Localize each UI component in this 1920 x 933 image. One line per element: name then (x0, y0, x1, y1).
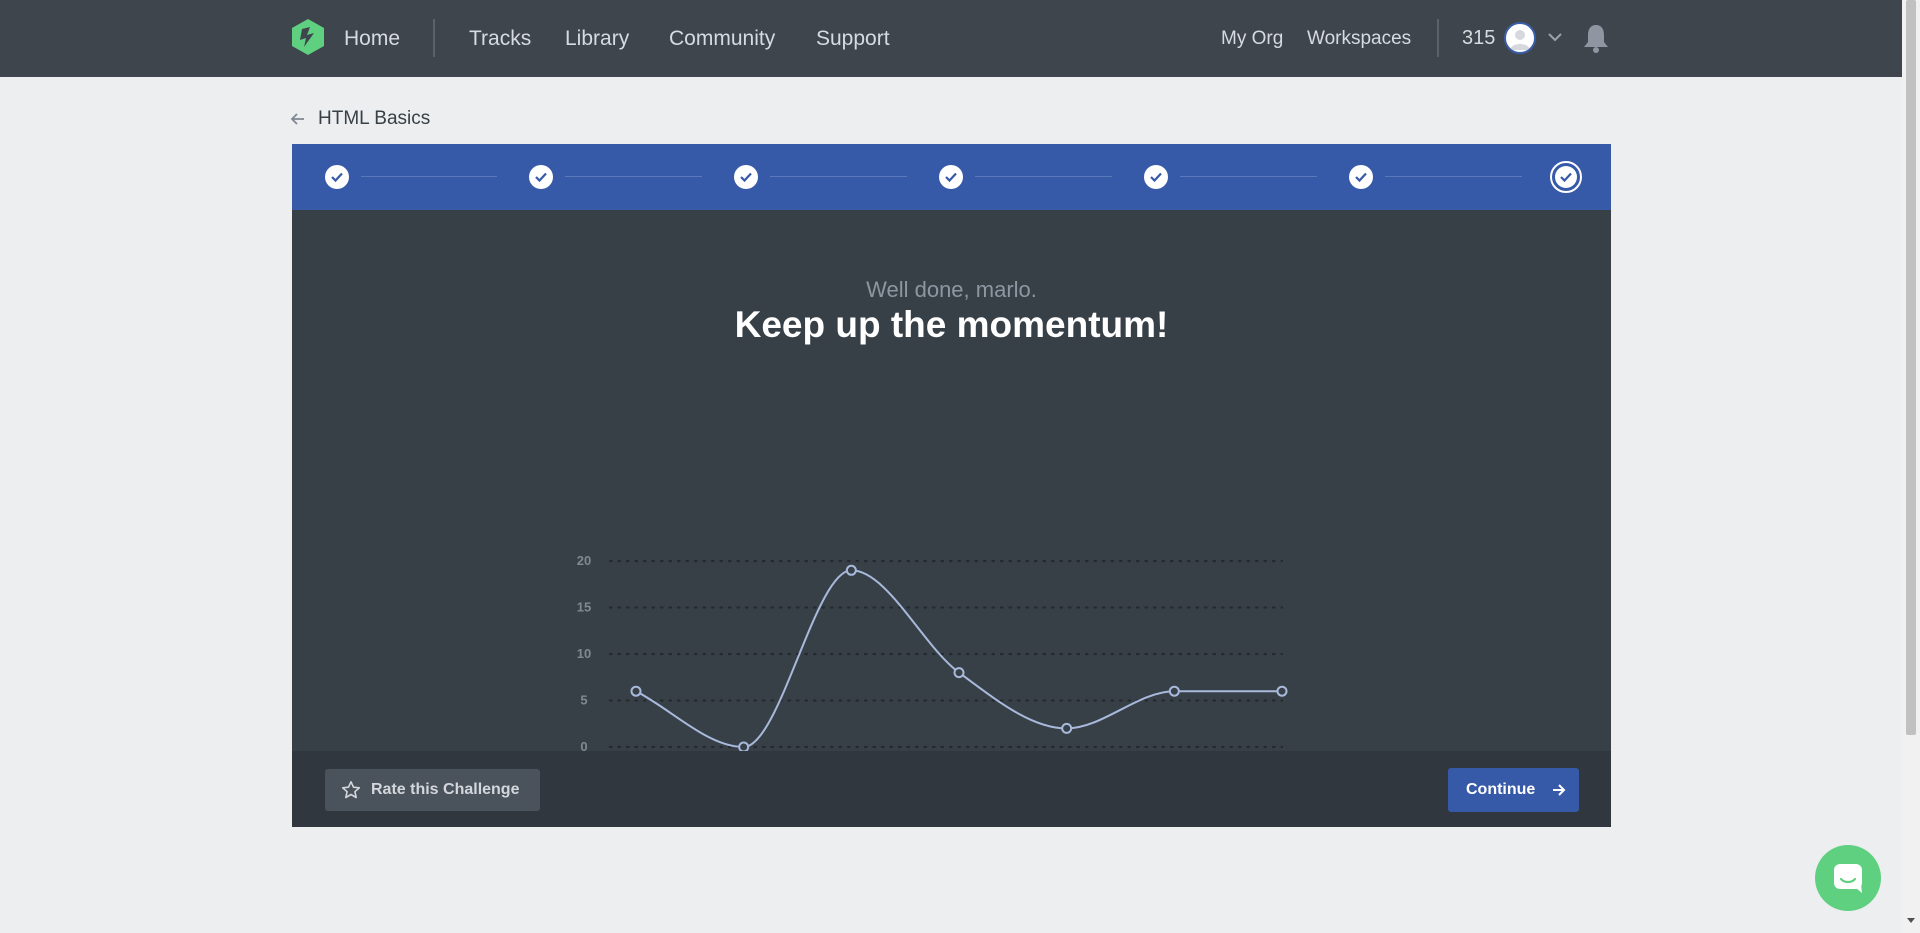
step-complete[interactable] (734, 165, 758, 189)
check-icon (945, 172, 957, 183)
step-connector (975, 176, 1112, 177)
step-connector (361, 176, 497, 177)
rate-challenge-label: Rate this Challenge (371, 781, 520, 798)
nav-support[interactable]: Support (816, 0, 890, 77)
continue-label: Continue (1466, 781, 1536, 798)
chart-y-tick-label: 10 (577, 646, 591, 661)
chat-icon (1834, 864, 1862, 893)
chart-data-point (953, 667, 965, 679)
progress-stepper (292, 144, 1611, 210)
check-icon (1355, 172, 1367, 183)
chart-y-tick-label: 5 (580, 693, 587, 708)
weekly-activity-chart: 20151050SunMonTueWedThuFriSat (577, 553, 1293, 778)
chart-data-point (845, 564, 857, 576)
chart-y-tick-label: 15 (577, 600, 591, 615)
top-nav: Home Tracks Library Community Support My… (0, 0, 1902, 77)
nav-my-org[interactable]: My Org (1221, 0, 1283, 77)
step-connector (1385, 176, 1522, 177)
chevron-down-icon[interactable] (1546, 28, 1564, 46)
nav-tracks[interactable]: Tracks (469, 0, 531, 77)
congrats-subtitle: Well done, marlo. (866, 277, 1037, 302)
step-complete[interactable] (1349, 165, 1373, 189)
chart-series-line (635, 569, 1282, 749)
nav-divider (1437, 19, 1439, 57)
nav-divider (433, 19, 435, 57)
user-icon (1510, 30, 1530, 50)
chat-launcher-button[interactable] (1815, 845, 1881, 911)
step-complete[interactable] (325, 165, 349, 189)
nav-workspaces[interactable]: Workspaces (1307, 0, 1411, 77)
rate-challenge-button[interactable]: Rate this Challenge (325, 769, 540, 811)
step-connector (1180, 176, 1317, 177)
notification-bell-icon[interactable] (1581, 22, 1611, 54)
step-connector (565, 176, 702, 177)
check-icon (535, 172, 547, 183)
chart-data-point (1168, 685, 1180, 697)
scroll-down-arrow-icon[interactable] (1907, 918, 1915, 923)
step-complete[interactable] (529, 165, 553, 189)
avatar[interactable] (1504, 22, 1536, 54)
check-icon (331, 172, 343, 183)
continue-button[interactable]: Continue (1448, 768, 1579, 812)
back-link[interactable]: HTML Basics (318, 104, 430, 134)
nav-home[interactable]: Home (344, 0, 400, 77)
congrats-title: Keep up the momentum! (734, 304, 1169, 345)
step-current-dot (1555, 166, 1577, 188)
step-complete[interactable] (939, 165, 963, 189)
step-current[interactable] (1550, 161, 1582, 193)
star-icon (341, 781, 361, 799)
arrow-right-icon (1553, 784, 1566, 796)
page-scrollbar[interactable] (1902, 0, 1920, 933)
step-connector (770, 176, 907, 177)
nav-community[interactable]: Community (669, 0, 775, 77)
check-icon (1150, 172, 1162, 183)
step-complete[interactable] (1144, 165, 1168, 189)
scrollbar-thumb[interactable] (1906, 0, 1916, 735)
chart-data-point (630, 685, 642, 697)
chart-data-point (1061, 722, 1073, 734)
arrow-left-icon[interactable] (290, 111, 306, 127)
check-icon (740, 172, 752, 183)
nav-library[interactable]: Library (565, 0, 629, 77)
points-count: 315 (1462, 27, 1496, 49)
treehouse-logo-icon[interactable] (290, 18, 326, 56)
card-footer: Rate this Challenge Continue (292, 751, 1611, 827)
check-icon (1560, 172, 1572, 183)
chart-data-point (1276, 685, 1288, 697)
chart-y-tick-label: 20 (577, 553, 591, 568)
completion-card: Well done, marlo. Keep up the momentum! … (292, 144, 1611, 827)
